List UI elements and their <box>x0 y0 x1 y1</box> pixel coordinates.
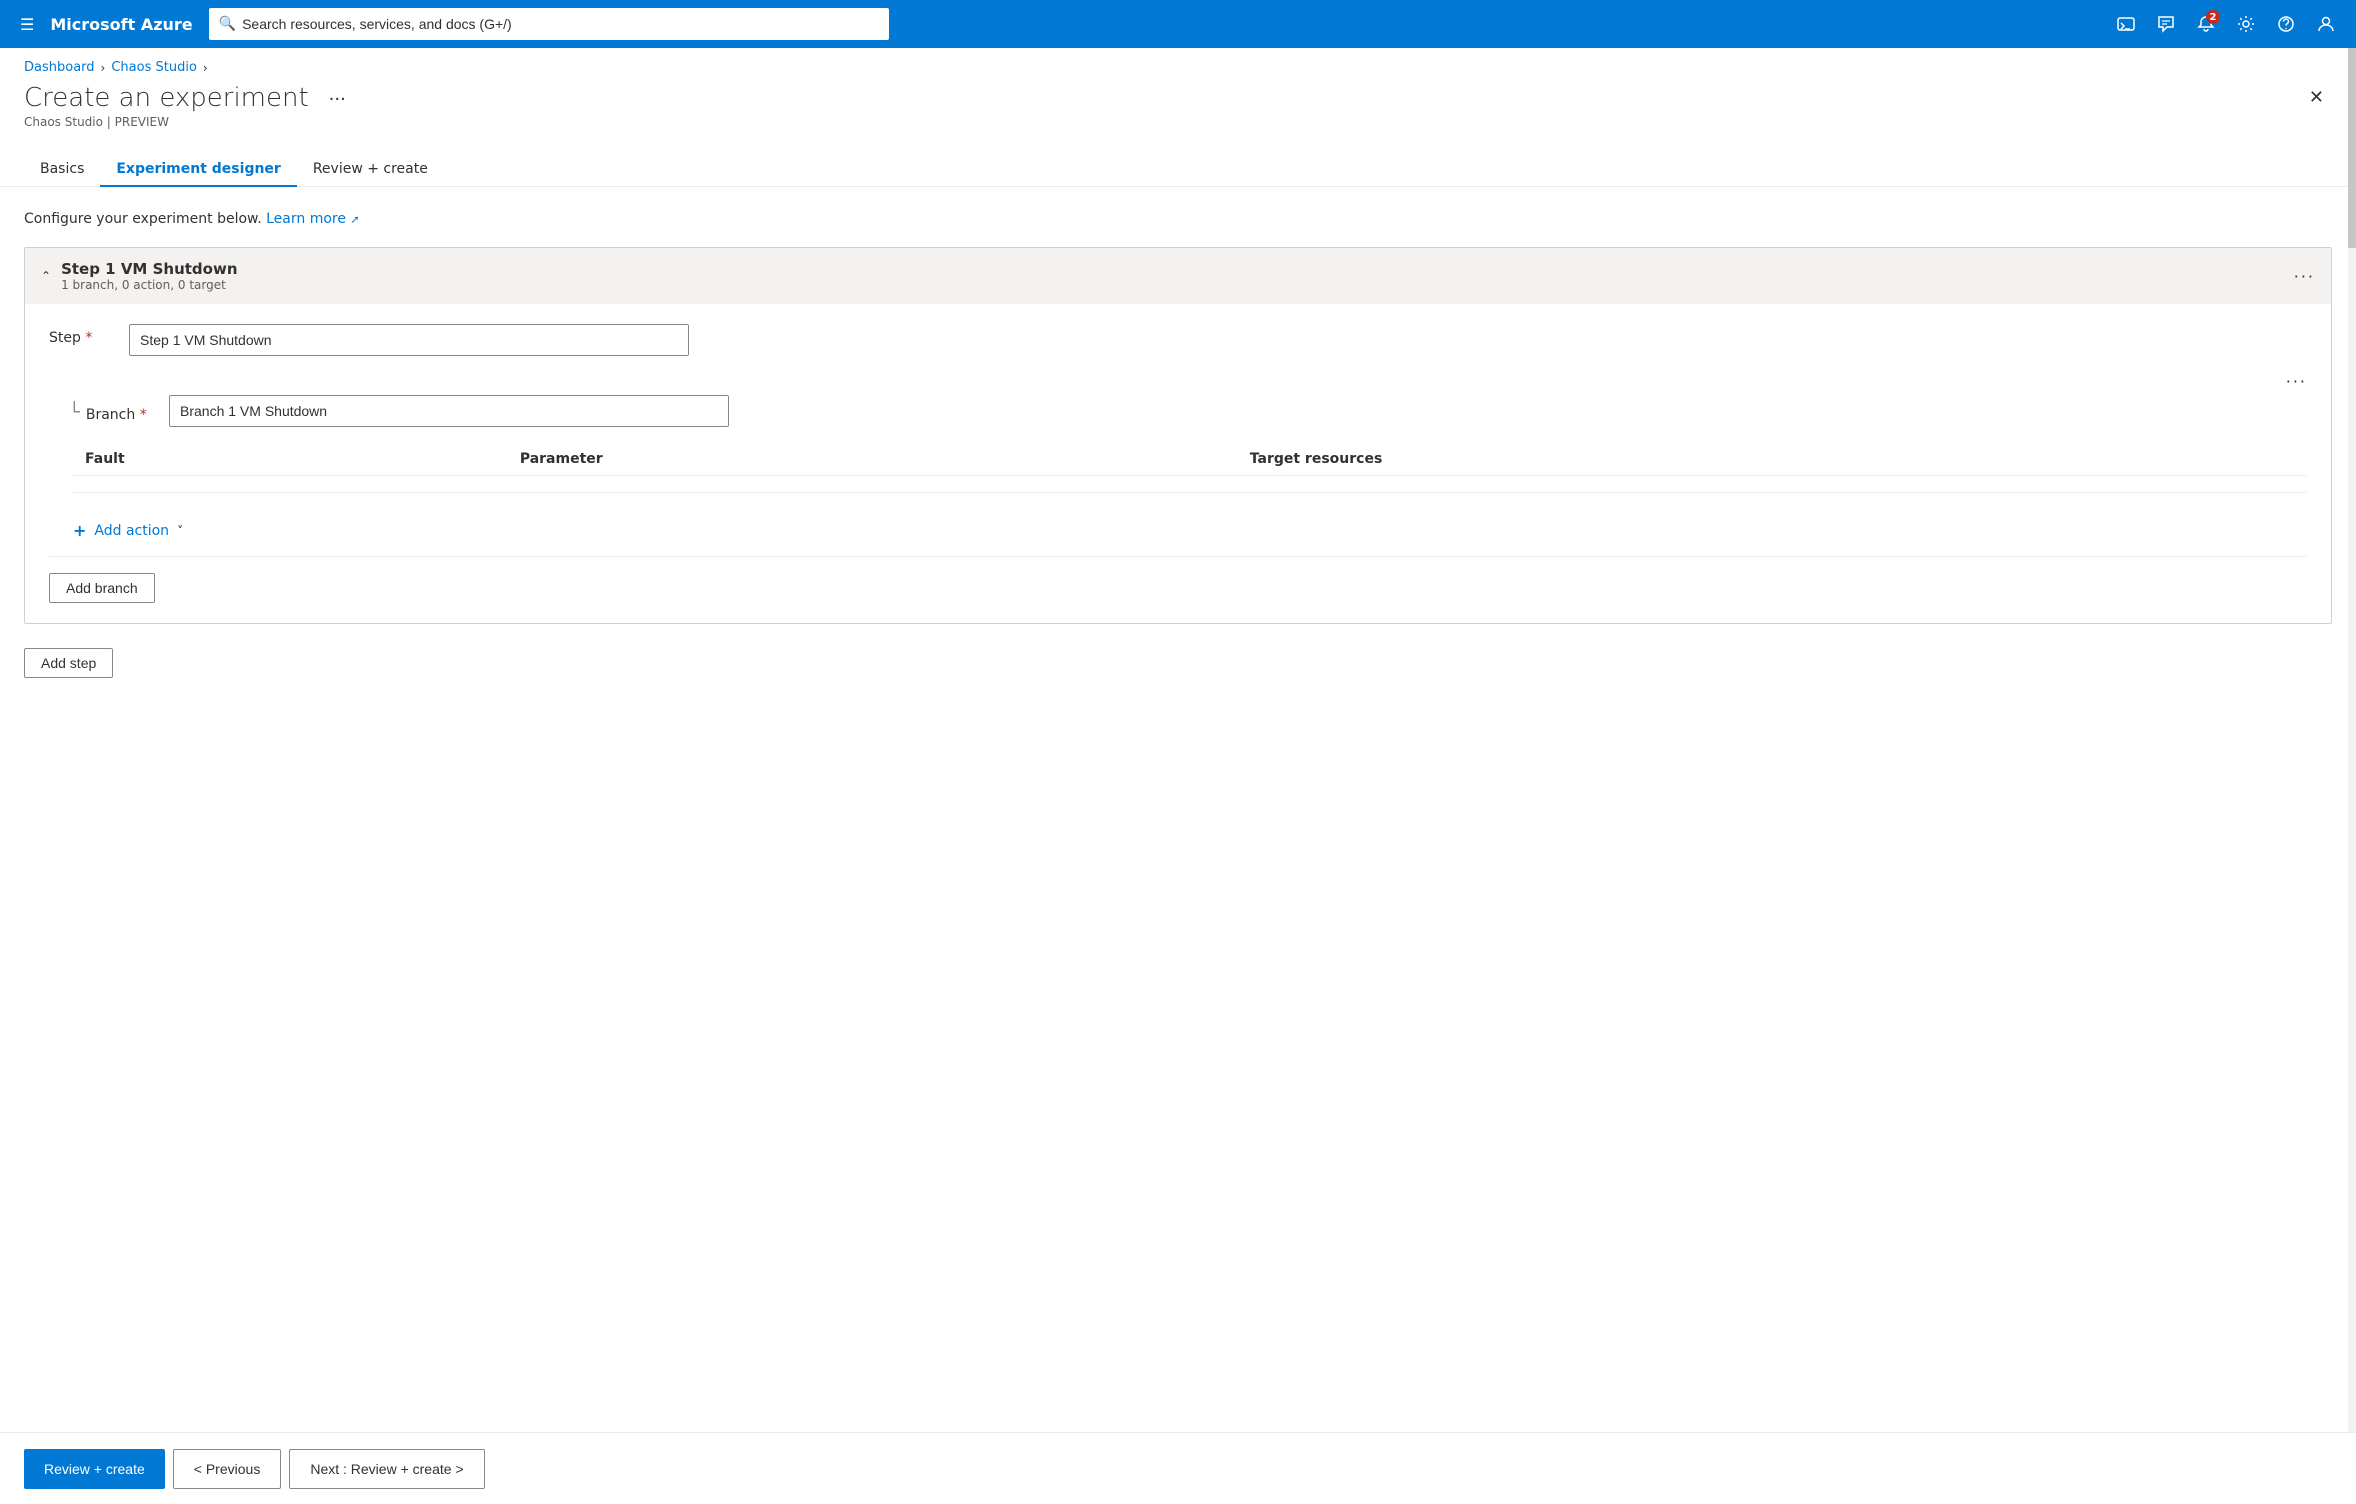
step-body: Step * ··· └ Branch * <box>25 304 2331 623</box>
add-action-row[interactable]: + Add action ˅ <box>73 509 2307 552</box>
search-box[interactable]: 🔍 <box>209 8 889 40</box>
step-required-star: * <box>85 330 92 346</box>
step-label: Step * <box>49 330 109 346</box>
hamburger-menu[interactable]: ☰ <box>12 7 42 42</box>
tabs: Basics Experiment designer Review + crea… <box>0 137 2356 187</box>
step-input[interactable] <box>129 324 689 356</box>
notifications-icon[interactable]: 2 <box>2188 6 2224 42</box>
add-step-button[interactable]: Add step <box>24 648 113 678</box>
main-content: Configure your experiment below. Learn m… <box>0 187 2356 1403</box>
add-action-chevron-icon[interactable]: ˅ <box>177 524 183 538</box>
page-header: Create an experiment ··· Chaos Studio | … <box>0 83 2356 129</box>
account-icon[interactable] <box>2308 6 2344 42</box>
add-action-label[interactable]: Add action <box>94 523 169 539</box>
title-area: Create an experiment ··· Chaos Studio | … <box>24 83 354 129</box>
step-header-left: ⌃ Step 1 VM Shutdown 1 branch, 0 action,… <box>41 260 238 292</box>
collapse-chevron-icon[interactable]: ⌃ <box>41 269 51 283</box>
configure-text: Configure your experiment below. Learn m… <box>24 211 2332 227</box>
step-title: Step 1 VM Shutdown <box>61 260 237 278</box>
fault-table-wrapper: Fault Parameter Target resources <box>49 443 2307 552</box>
branch-connector-icon: └ <box>69 402 80 423</box>
fault-col-header: Fault <box>73 443 508 476</box>
branch-row: └ Branch * <box>49 395 2307 427</box>
next-button[interactable]: Next : Review + create > <box>289 1449 484 1489</box>
add-branch-button[interactable]: Add branch <box>49 573 155 603</box>
scrollbar-track[interactable] <box>2348 48 2356 1432</box>
brand-name: Microsoft Azure <box>50 15 192 34</box>
top-nav: ☰ Microsoft Azure 🔍 2 <box>0 0 2356 48</box>
empty-row <box>73 476 2307 493</box>
step-container: ⌃ Step 1 VM Shutdown 1 branch, 0 action,… <box>24 247 2332 624</box>
tab-experiment-designer[interactable]: Experiment designer <box>100 153 296 187</box>
breadcrumb-chaos-studio[interactable]: Chaos Studio <box>111 60 197 75</box>
branch-more-icon[interactable]: ··· <box>2286 372 2307 391</box>
settings-icon[interactable] <box>2228 6 2264 42</box>
learn-more-link[interactable]: Learn more <box>266 211 346 227</box>
breadcrumb: Dashboard › Chaos Studio › <box>0 48 2356 83</box>
breadcrumb-sep-2: › <box>203 61 208 75</box>
breadcrumb-sep-1: › <box>101 61 106 75</box>
scrollbar-thumb[interactable] <box>2348 48 2356 248</box>
breadcrumb-dashboard[interactable]: Dashboard <box>24 60 95 75</box>
feedback-icon[interactable] <box>2148 6 2184 42</box>
review-create-button[interactable]: Review + create <box>24 1449 165 1489</box>
tab-review-create[interactable]: Review + create <box>297 153 444 187</box>
parameter-col-header: Parameter <box>508 443 1238 476</box>
divider <box>49 556 2307 557</box>
branch-required-star: * <box>140 407 147 423</box>
branch-label: Branch * <box>86 407 147 423</box>
search-icon: 🔍 <box>219 16 236 32</box>
help-icon[interactable] <box>2268 6 2304 42</box>
branch-input[interactable] <box>169 395 729 427</box>
branch-more-row: ··· <box>49 372 2307 391</box>
page-subtitle: Chaos Studio | PREVIEW <box>24 115 354 129</box>
previous-button[interactable]: < Previous <box>173 1449 282 1489</box>
page-title: Create an experiment <box>24 83 309 113</box>
target-col-header: Target resources <box>1238 443 2307 476</box>
step-more-icon[interactable]: ··· <box>2294 267 2315 286</box>
step-header[interactable]: ⌃ Step 1 VM Shutdown 1 branch, 0 action,… <box>25 248 2331 304</box>
close-button[interactable]: ✕ <box>2301 83 2332 112</box>
external-link-icon: ➚ <box>350 213 359 226</box>
fault-table: Fault Parameter Target resources <box>73 443 2307 493</box>
bottom-bar: Review + create < Previous Next : Review… <box>0 1432 2356 1504</box>
cloud-shell-icon[interactable] <box>2108 6 2144 42</box>
branch-label-area: └ Branch * <box>69 401 149 423</box>
branch-section: ··· └ Branch * <box>49 372 2307 603</box>
search-input[interactable] <box>242 16 879 32</box>
step-subtitle: 1 branch, 0 action, 0 target <box>61 278 237 292</box>
tab-basics[interactable]: Basics <box>24 153 100 187</box>
header-more-button[interactable]: ··· <box>321 85 354 114</box>
nav-icons: 2 <box>2108 6 2344 42</box>
header-actions: ✕ <box>2301 83 2332 112</box>
step-field-row: Step * <box>49 324 2307 356</box>
notification-badge: 2 <box>2206 10 2220 24</box>
add-action-plus-icon: + <box>73 521 86 540</box>
